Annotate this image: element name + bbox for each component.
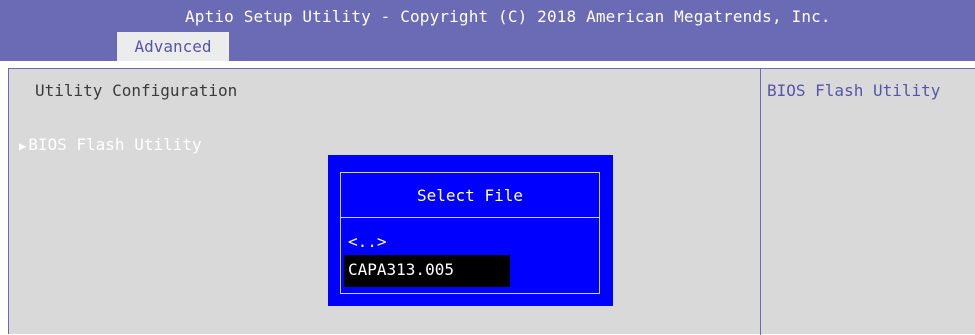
tab-advanced[interactable]: Advanced <box>117 32 229 61</box>
dialog-frame: Select File <..> CAPA313.005 <box>340 172 600 294</box>
file-item-selected[interactable]: CAPA313.005 <box>344 255 510 287</box>
triangle-right-icon: ▶ <box>19 139 27 153</box>
help-divider <box>760 69 761 335</box>
app-title: Aptio Setup Utility - Copyright (C) 2018… <box>185 7 831 26</box>
dialog-title: Select File <box>417 186 523 205</box>
menu-item-bios-flash-utility[interactable]: ▶ BIOS Flash Utility <box>19 135 202 156</box>
title-bar: Aptio Setup Utility - Copyright (C) 2018… <box>0 0 975 61</box>
dialog-separator <box>341 217 599 218</box>
select-file-dialog: Select File <..> CAPA313.005 <box>328 155 613 306</box>
help-text: BIOS Flash Utility <box>767 81 941 100</box>
file-item-parent-directory[interactable]: <..> <box>348 232 387 252</box>
menu-item-label: BIOS Flash Utility <box>28 135 202 154</box>
section-title: Utility Configuration <box>35 81 238 100</box>
